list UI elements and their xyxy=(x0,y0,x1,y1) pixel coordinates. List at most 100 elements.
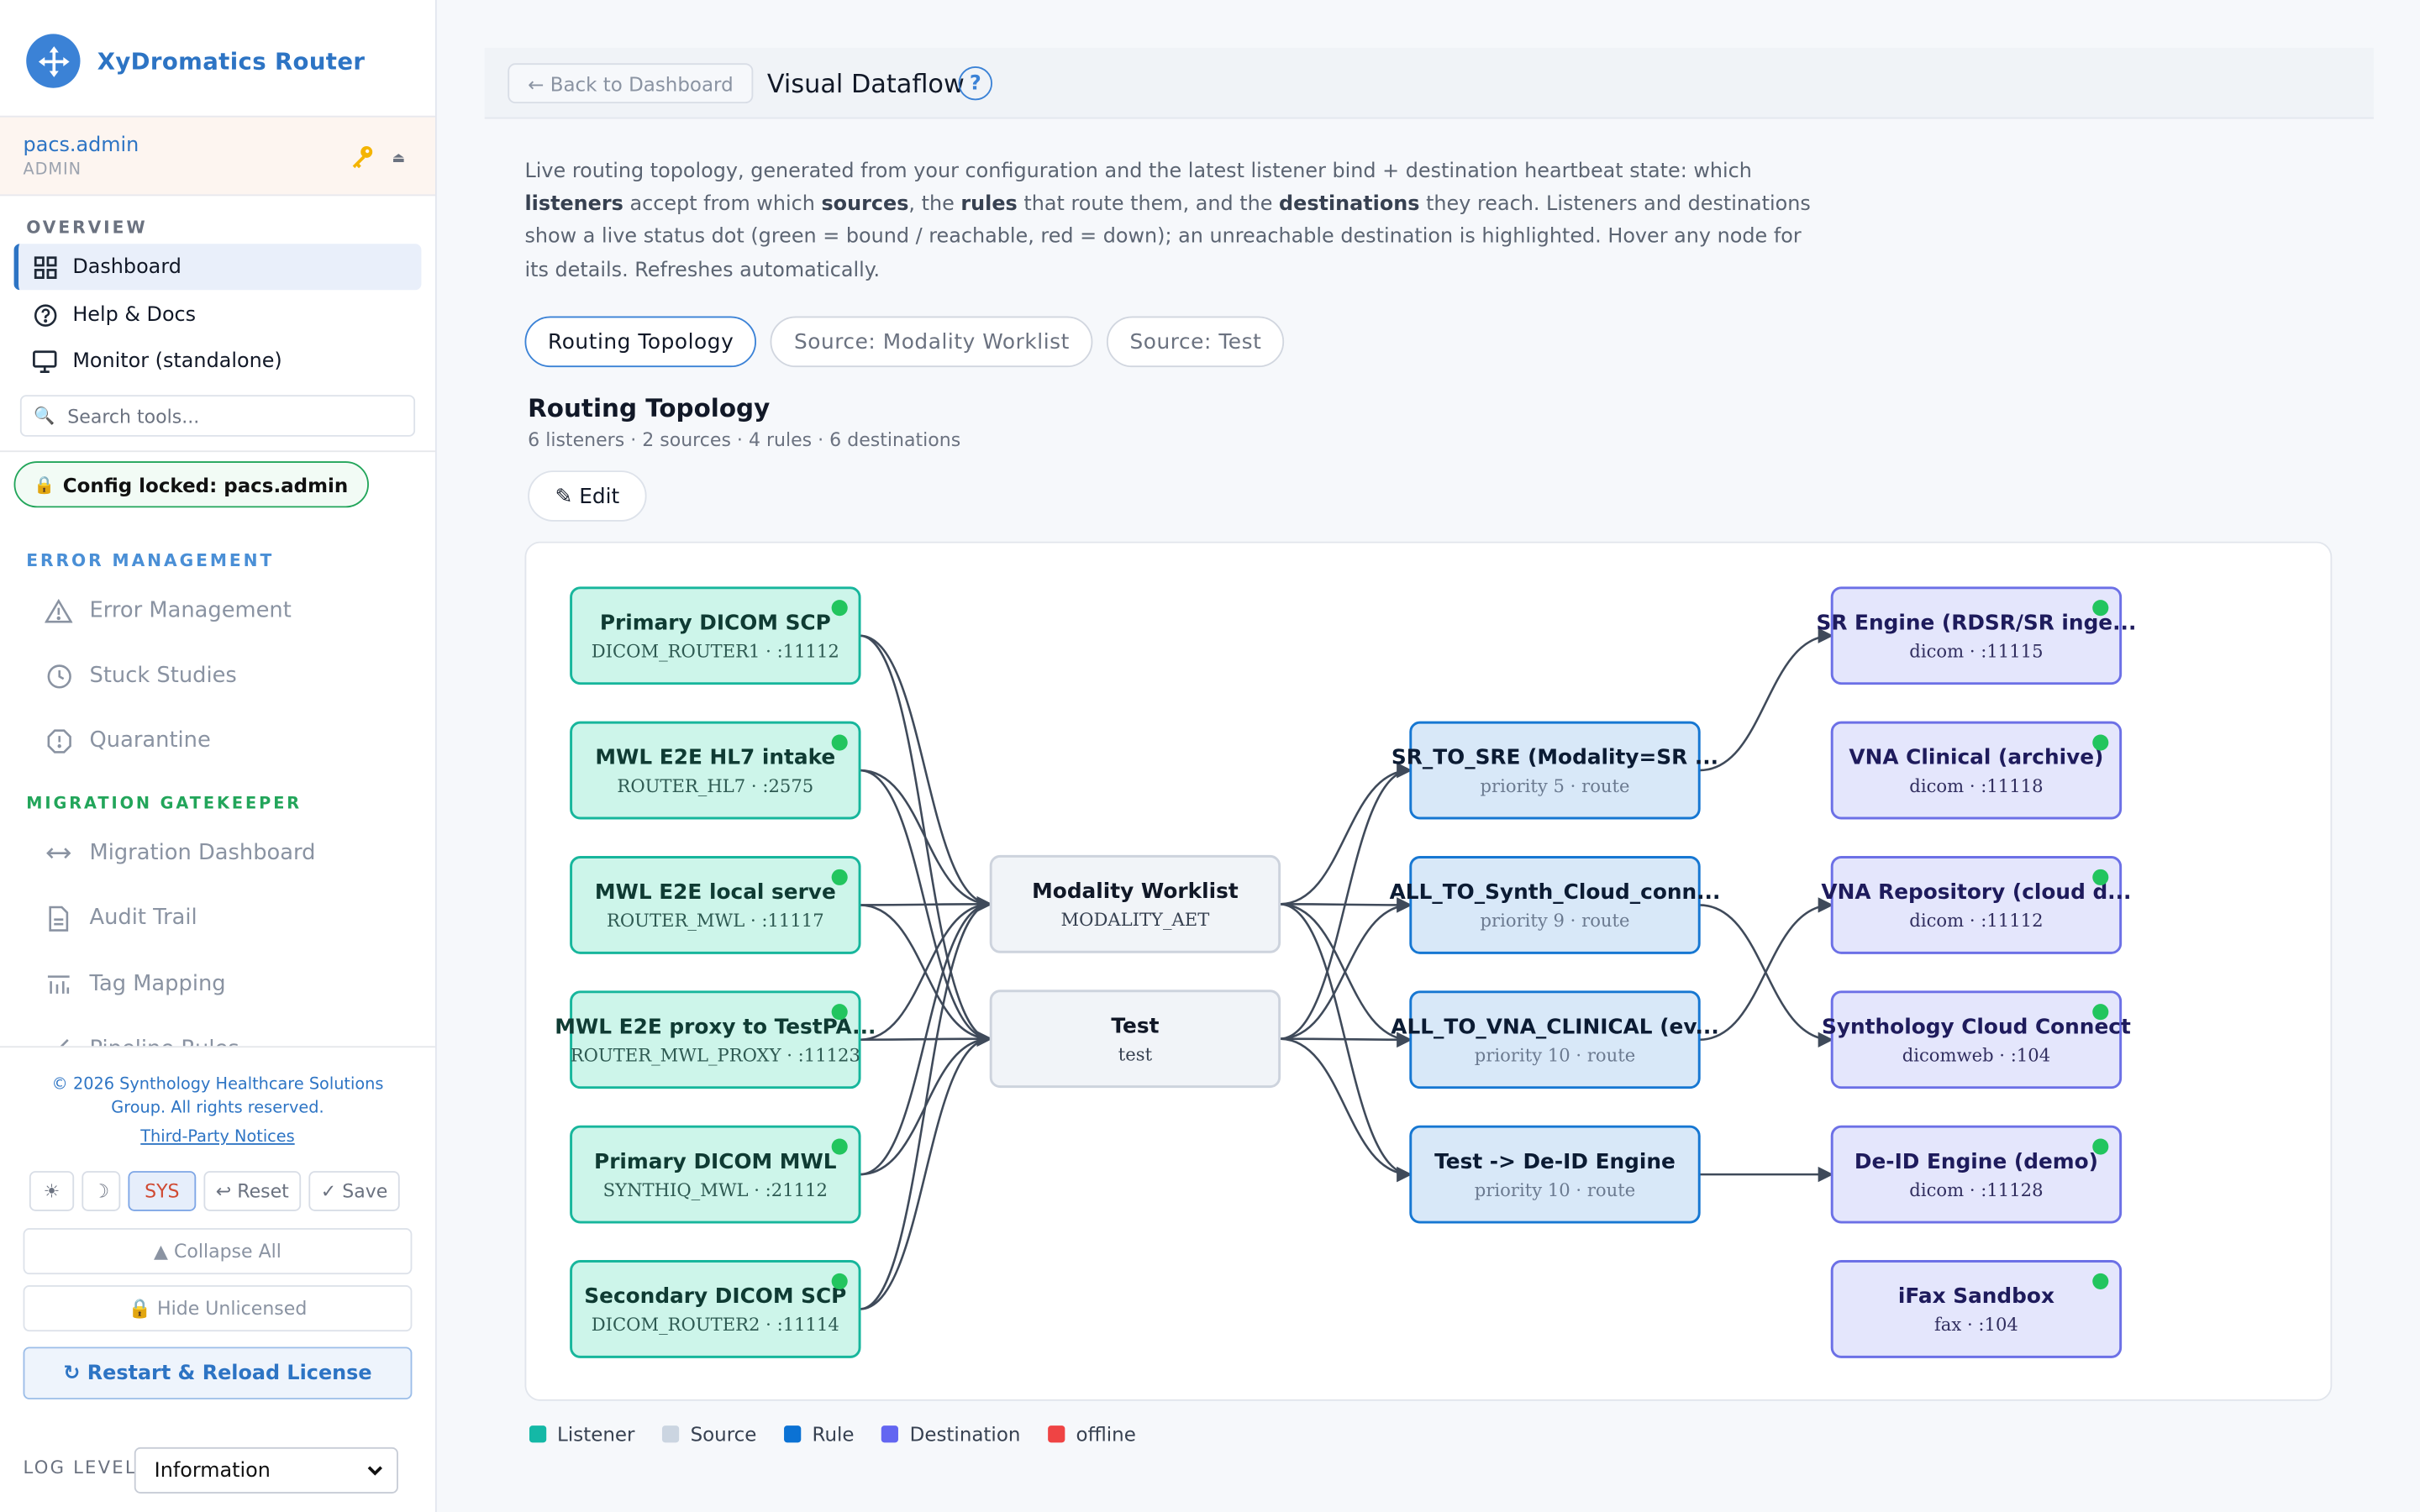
back-to-dashboard-button[interactable]: ← Back to Dashboard xyxy=(508,63,754,104)
status-dot xyxy=(831,1004,848,1021)
source-node-box xyxy=(989,854,1281,953)
migration-gatekeeper-section: MIGRATION GATEKEEPER xyxy=(26,794,302,813)
desc-text: , the xyxy=(908,192,961,217)
listener-node-title: Secondary DICOM SCP xyxy=(584,1284,846,1308)
dest-node[interactable]: SR Engine (RDSR/SR inge... dicom · :11115 xyxy=(1816,586,2136,685)
nav-tag-mapping[interactable]: Tag Mapping xyxy=(45,963,415,1005)
brand[interactable]: XyDromatics Router xyxy=(26,34,366,88)
dest-node[interactable]: Synthology Cloud Connect dicomweb · :104 xyxy=(1822,990,2131,1089)
tab-routing-topology[interactable]: Routing Topology xyxy=(524,316,757,368)
source-node-title: Test xyxy=(1111,1013,1159,1037)
status-dot xyxy=(2092,869,2109,885)
dark-theme-button[interactable]: ☽ xyxy=(82,1171,121,1211)
octagon-alert-icon xyxy=(45,727,72,754)
status-dot xyxy=(2092,1273,2109,1289)
log-level-label: LOG LEVEL xyxy=(23,1456,137,1478)
logout-icon[interactable]: ⏏ xyxy=(392,151,406,166)
key-icon[interactable] xyxy=(349,144,375,176)
desc-bold: rules xyxy=(960,192,1018,217)
dest-node[interactable]: VNA Clinical (archive) dicom · :11118 xyxy=(1830,721,2123,820)
status-dot xyxy=(831,1138,848,1155)
help-icon[interactable]: ? xyxy=(958,66,993,101)
dest-node[interactable]: iFax Sandbox fax · :104 xyxy=(1830,1260,2123,1358)
nav-stuck-studies[interactable]: Stuck Studies xyxy=(45,654,415,697)
listener-node-title: MWL E2E HL7 intake xyxy=(595,745,835,769)
edit-button[interactable]: ✎ Edit xyxy=(528,470,647,522)
save-button[interactable]: ✓ Save xyxy=(308,1171,400,1211)
listener-node[interactable]: Primary DICOM SCP DICOM_ROUTER1 · :11112 xyxy=(570,586,861,685)
rule-node-title: SR_TO_SRE (Modality=SR ... xyxy=(1392,745,1718,769)
nav-label: Migration Dashboard xyxy=(89,841,316,866)
collapse-all-button[interactable]: ▲ Collapse All xyxy=(23,1228,413,1275)
dest-node[interactable]: VNA Repository (cloud d... dicom · :11112 xyxy=(1821,856,2131,954)
app-title: XyDromatics Router xyxy=(97,47,366,76)
source-node[interactable]: Test test xyxy=(989,990,1281,1089)
system-theme-button[interactable]: SYS xyxy=(128,1171,197,1211)
nav-dashboard[interactable]: Dashboard xyxy=(13,244,422,291)
listener-node-box xyxy=(570,721,861,820)
desc-bold: destinations xyxy=(1279,192,1420,217)
status-dot xyxy=(831,1273,848,1289)
nav-quarantine[interactable]: Quarantine xyxy=(45,719,415,762)
chevron-down-icon xyxy=(366,1461,384,1485)
tab-source-test[interactable]: Source: Test xyxy=(1106,316,1285,368)
listener-node-title: Primary DICOM MWL xyxy=(594,1149,837,1173)
legend-swatch xyxy=(881,1425,899,1443)
config-lock-badge[interactable]: 🔒 Config locked: pacs.admin xyxy=(13,461,369,508)
search-tools-input[interactable]: 🔍 Search tools... xyxy=(19,395,416,437)
edge-listener-source xyxy=(860,896,993,1042)
nav-migration-dashboard[interactable]: Migration Dashboard xyxy=(45,832,415,874)
document-icon xyxy=(45,904,72,932)
tab-source-modality-worklist[interactable]: Source: Modality Worklist xyxy=(771,316,1093,368)
listener-node-box xyxy=(570,586,861,685)
legend-swatch xyxy=(1048,1425,1065,1443)
copyright: © 2026 Synthology Healthcare Solutions G… xyxy=(51,1075,384,1117)
third-party-notices-link[interactable]: Third-Party Notices xyxy=(0,1128,435,1147)
listener-node[interactable]: MWL E2E proxy to TestPA... ROUTER_MWL_PRO… xyxy=(555,990,876,1089)
legend-label: Listener xyxy=(557,1422,635,1446)
light-theme-button[interactable]: ☀ xyxy=(29,1171,75,1211)
listener-node[interactable]: Secondary DICOM SCP DICOM_ROUTER2 · :1111… xyxy=(570,1260,861,1358)
legend-item: Source xyxy=(662,1422,756,1446)
legend-item: offline xyxy=(1048,1422,1136,1446)
nav-audit-trail[interactable]: Audit Trail xyxy=(45,896,415,939)
desc-text: that route them, and the xyxy=(1017,192,1280,217)
status-dot xyxy=(2092,600,2109,617)
legend: Listener Source Rule Destination offline xyxy=(529,1422,1164,1446)
log-level-select[interactable]: Information xyxy=(134,1446,398,1494)
rule-node[interactable]: ALL_TO_Synth_Cloud_conn... priority 9 · r… xyxy=(1390,856,1721,954)
legend-item: Destination xyxy=(881,1422,1020,1446)
nav-error-management[interactable]: Error Management xyxy=(45,590,415,633)
dest-node-subtitle: dicomweb · :104 xyxy=(1902,1044,2050,1065)
listener-node[interactable]: MWL E2E local serve ROUTER_MWL · :11117 xyxy=(570,856,861,954)
warning-icon xyxy=(45,597,73,625)
user-panel: pacs.admin ADMIN ⏏ xyxy=(0,115,435,197)
nav-label: Tag Mapping xyxy=(89,972,226,997)
dest-node[interactable]: De-ID Engine (demo) dicom · :11128 xyxy=(1830,1125,2123,1224)
source-node[interactable]: Modality Worklist MODALITY_AET xyxy=(989,854,1281,953)
nav-monitor[interactable]: Monitor (standalone) xyxy=(14,338,422,384)
hide-unlicensed-button[interactable]: 🔒 Hide Unlicensed xyxy=(23,1284,413,1332)
nav-help-docs[interactable]: Help & Docs xyxy=(14,291,422,338)
nav-label: Stuck Studies xyxy=(89,663,237,689)
rule-node-box xyxy=(1409,990,1701,1089)
restart-reload-license-button[interactable]: ↻ Restart & Reload License xyxy=(23,1347,413,1399)
sidebar-footer: © 2026 Synthology Healthcare Solutions G… xyxy=(0,1046,435,1512)
reset-button[interactable]: ↩ Reset xyxy=(203,1171,302,1211)
source-node-subtitle: MODALITY_AET xyxy=(1061,909,1210,930)
clock-icon xyxy=(45,662,72,690)
rule-node[interactable]: ALL_TO_VNA_CLINICAL (ev... priority 10 · … xyxy=(1391,990,1719,1089)
edge-listener-source xyxy=(860,896,993,912)
listener-node-title: Primary DICOM SCP xyxy=(600,610,831,634)
dest-node-box xyxy=(1830,856,2123,954)
source-node-box xyxy=(989,990,1281,1089)
listener-node[interactable]: Primary DICOM MWL SYNTHIQ_MWL · :21112 xyxy=(570,1125,861,1224)
legend-label: Rule xyxy=(812,1422,855,1446)
rule-node[interactable]: Test -> De-ID Engine priority 10 · route xyxy=(1409,1125,1701,1224)
nav-label: Quarantine xyxy=(89,727,211,753)
listener-node-subtitle: DICOM_ROUTER2 · :11114 xyxy=(592,1314,839,1335)
page-title: Visual Dataflow xyxy=(766,69,965,99)
rule-node-subtitle: priority 10 · route xyxy=(1475,1179,1635,1200)
rule-node[interactable]: SR_TO_SRE (Modality=SR ... priority 5 · r… xyxy=(1392,721,1718,820)
listener-node[interactable]: MWL E2E HL7 intake ROUTER_HL7 · :2575 xyxy=(570,721,861,820)
